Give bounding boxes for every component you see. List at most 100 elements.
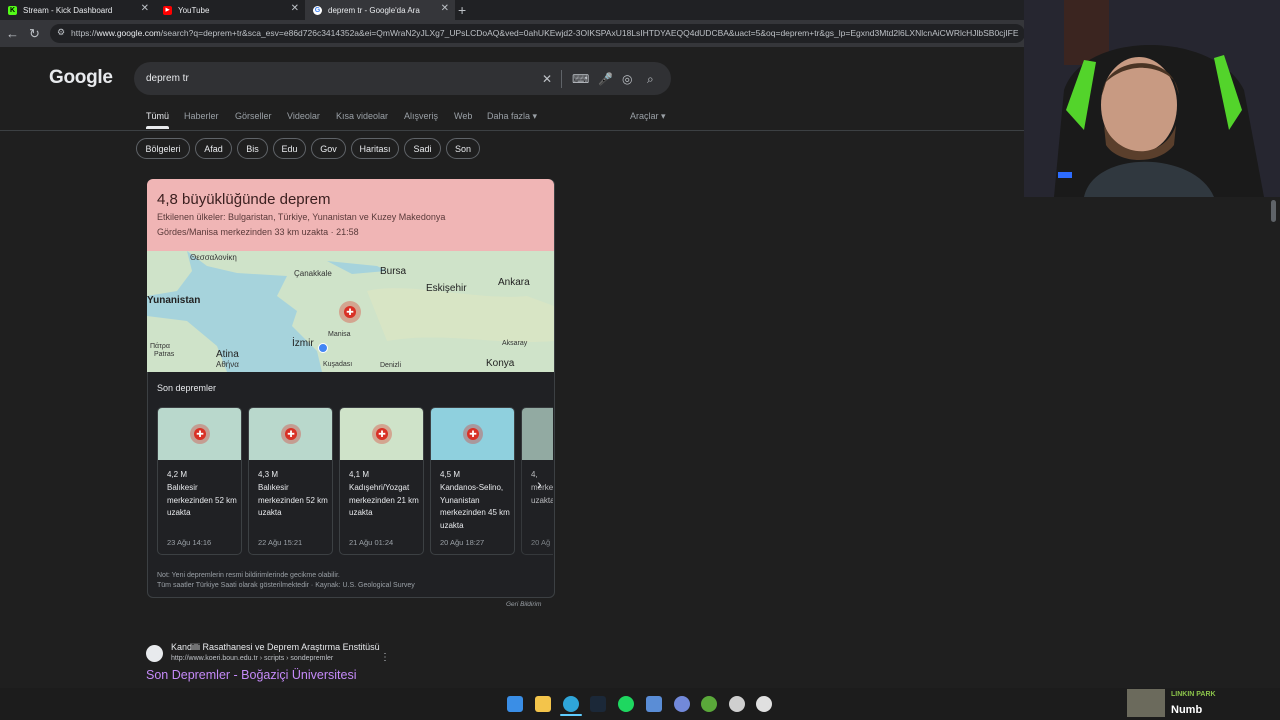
tab-shopping[interactable]: Alışveriş [404, 111, 438, 121]
new-tab-button[interactable]: + [458, 2, 466, 18]
music-song: Numb [1171, 704, 1203, 716]
kick-icon: K [8, 5, 17, 15]
close-tab-icon[interactable]: ✕ [141, 3, 149, 14]
chip-afad[interactable]: Afad [195, 138, 232, 159]
app-icon[interactable] [646, 696, 662, 712]
map-label-konya: Konya [486, 358, 515, 369]
recent-quake-card[interactable]: ✚ 4,2 M Balıkesir merkezinden 52 km uzak… [157, 407, 242, 555]
tab-web[interactable]: Web [454, 111, 472, 121]
webcam-overlay [1024, 0, 1280, 197]
user-location-dot [318, 343, 328, 353]
chevron-right-icon[interactable]: › [537, 476, 542, 492]
quake-thumbnail-map: ✚ [158, 408, 241, 460]
result-site-name[interactable]: Kandilli Rasathanesi ve Deprem Araştırma… [171, 642, 380, 652]
recent-quake-card[interactable]: ✚ 4,5 M Kandanos-Selino, Yunanistan merk… [430, 407, 515, 555]
tab-all[interactable]: Tümü [146, 111, 169, 121]
active-app-indicator [560, 714, 582, 716]
chip-gov[interactable]: Gov [311, 138, 346, 159]
epicenter-pin-icon[interactable]: ✚ [339, 301, 361, 323]
reload-icon[interactable]: ↻ [29, 26, 40, 42]
map-label-patras: Πάτρα [150, 343, 170, 350]
quake-date: 21 Ağu 01:24 [349, 538, 394, 547]
google-icon: G [313, 5, 322, 15]
map-label-manisa: Manisa [328, 331, 351, 338]
quake-thumbnail-map: ✚ [249, 408, 332, 460]
tab-title: Stream - Kick Dashboard [23, 5, 113, 15]
windows-icon[interactable] [507, 696, 523, 712]
tab-google-search[interactable]: G deprem tr - Google'da Ara ✕ [305, 0, 455, 20]
map-label-aksaray: Aksaray [502, 340, 528, 347]
quake-description: Kandanos-Selino, Yunanistan merkezinden … [440, 483, 510, 530]
more-options-icon[interactable]: ⋮ [380, 652, 390, 663]
chip-son[interactable]: Son [446, 138, 480, 159]
edge-icon[interactable] [563, 696, 579, 712]
recent-quakes-title: Son depremler [157, 383, 217, 393]
spotify-icon[interactable] [618, 696, 634, 712]
map-label-thessaloniki: Θεσσαλονίκη [190, 253, 237, 262]
recent-quake-card[interactable]: ✚ 4,3 M Balıkesir merkezinden 52 km uzak… [248, 407, 333, 555]
chip-bis[interactable]: Bis [237, 138, 268, 159]
tab-short-videos[interactable]: Kısa videolar [336, 111, 388, 121]
source-note: Tüm saatler Türkiye Saati olarak gösteri… [157, 582, 415, 589]
chip-bolgeleri[interactable]: Bölgeleri [136, 138, 190, 159]
result-title-link[interactable]: Son Depremler - Boğaziçi Üniversitesi [146, 668, 357, 682]
back-arrow-icon[interactable]: ← [6, 26, 19, 41]
quake-magnitude: 4,2 M [167, 470, 188, 479]
google-logo[interactable]: Google [49, 67, 113, 89]
tab-kick[interactable]: K Stream - Kick Dashboard ✕ [0, 0, 155, 20]
chip-edu[interactable]: Edu [273, 138, 306, 159]
recent-quake-card[interactable]: ✚ 4,1 M Kadışehri/Yozgat merkezinden 21 … [339, 407, 424, 555]
chip-sadi[interactable]: Sadi [404, 138, 441, 159]
quake-date: 22 Ağu 15:21 [258, 538, 303, 547]
quake-magnitude: 4,3 M [258, 470, 279, 479]
header-divider [0, 130, 1024, 131]
site-info-icon[interactable]: ⚙ [57, 27, 65, 38]
close-tab-icon[interactable]: ✕ [291, 3, 299, 14]
tab-videos[interactable]: Videolar [287, 111, 320, 121]
delay-note: Not: Yeni depremlerin resmi bildirimleri… [157, 572, 340, 579]
page-scrollbar[interactable] [1270, 197, 1278, 687]
taskbar [0, 688, 1280, 720]
map-label-atina: Atina [216, 349, 239, 360]
earthquake-location: Gördes/Manisa merkezinden 33 km uzakta ·… [157, 227, 359, 237]
tools-button[interactable]: Araçlar ▾ [630, 111, 666, 122]
chip-haritasi[interactable]: Haritası [351, 138, 399, 159]
map-label-denizli: Denizli [380, 362, 402, 369]
search-box[interactable] [134, 62, 671, 95]
active-tab-indicator [146, 126, 169, 129]
tab-news[interactable]: Haberler [184, 111, 219, 121]
quake-thumbnail-map [522, 408, 553, 460]
steam-icon[interactable] [590, 696, 606, 712]
map-label-yunanistan: Yunanistan [147, 295, 201, 306]
microphone-icon[interactable]: 🎤 [598, 72, 613, 86]
tab-title: deprem tr - Google'da Ara [328, 5, 420, 15]
clear-icon[interactable]: ✕ [542, 72, 552, 86]
lens-icon[interactable]: ◎ [622, 72, 632, 86]
keyboard-icon[interactable]: ⌨ [572, 72, 589, 86]
obs-icon[interactable] [729, 696, 745, 712]
search-query[interactable]: deprem tr [146, 73, 189, 84]
tab-more[interactable]: Daha fazla ▾ [487, 111, 537, 122]
file-explorer-icon[interactable] [535, 696, 551, 712]
feedback-link[interactable]: Geri Bildirim [506, 601, 541, 608]
result-url[interactable]: http://www.koeri.boun.edu.tr › scripts ›… [171, 655, 333, 662]
quake-thumbnail-map: ✚ [340, 408, 423, 460]
discord-icon[interactable] [674, 696, 690, 712]
search-icon[interactable]: ⌕ [647, 72, 654, 87]
map-label-canakkale: Çanakkale [294, 269, 332, 278]
tab-youtube[interactable]: ▶ YouTube ✕ [155, 0, 305, 20]
map-label-patras-latin: Patras [154, 351, 175, 358]
close-tab-icon[interactable]: ✕ [441, 3, 449, 14]
music-artist: LINKIN PARK [1171, 691, 1216, 698]
quake-magnitude: 4,5 M [440, 470, 461, 479]
url-text[interactable]: https://www.google.com/search?q=deprem+t… [71, 28, 1026, 38]
xbox-icon[interactable] [701, 696, 717, 712]
earthquake-map[interactable]: Θεσσαλονίκη Çanakkale Bursa Eskişehir An… [147, 251, 554, 372]
webcam-feed [1024, 0, 1280, 197]
site-favicon-icon [146, 645, 163, 662]
quake-thumbnail-map: ✚ [431, 408, 514, 460]
chrome-icon[interactable] [756, 696, 772, 712]
map-label-ankara: Ankara [498, 277, 530, 288]
quake-date: 20 Ağu 18:27 [440, 538, 485, 547]
tab-images[interactable]: Görseller [235, 111, 272, 121]
